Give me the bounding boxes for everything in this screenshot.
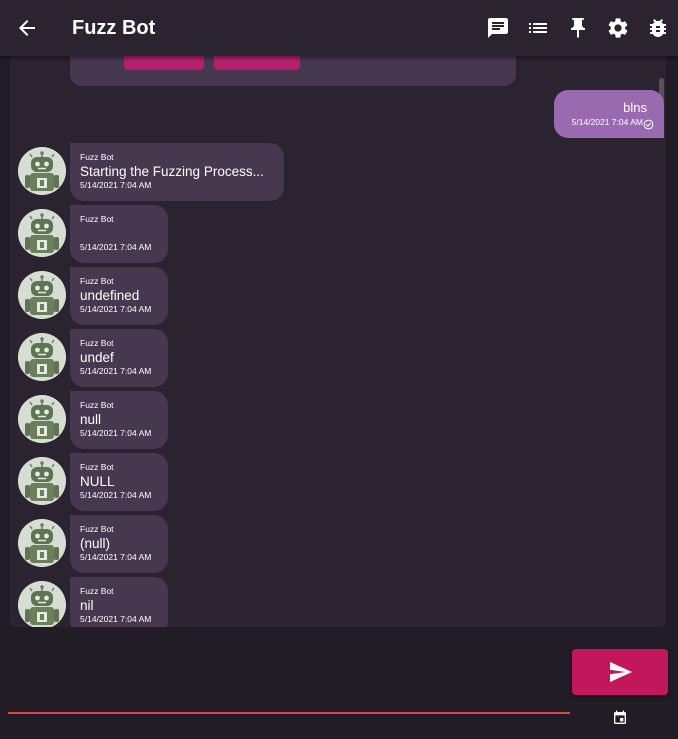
app-bar: Fuzz Bot — [0, 0, 678, 56]
bot-avatar[interactable] — [18, 519, 66, 567]
bot-avatar[interactable] — [18, 209, 66, 257]
message-sender: Fuzz Bot — [80, 400, 114, 410]
robot-icon — [18, 519, 66, 567]
bot-message-bubble: Fuzz Bot undefined 5/14/2021 7:04 AM — [70, 267, 168, 325]
pin-icon[interactable] — [566, 16, 590, 40]
message-timestamp: 5/14/2021 7:04 AM — [80, 366, 152, 376]
message-sender: Fuzz Bot — [80, 214, 114, 224]
user-message-bubble: blns 5/14/2021 7:04 AM — [554, 90, 664, 138]
bot-message-bubble: Fuzz Bot null 5/14/2021 7:04 AM — [70, 391, 168, 449]
previous-message-chip[interactable] — [214, 56, 300, 70]
list-icon[interactable] — [526, 16, 550, 40]
message-text: NULL — [80, 474, 115, 489]
settings-icon[interactable] — [606, 16, 630, 40]
previous-message-bubble — [70, 56, 516, 86]
page-title: Fuzz Bot — [72, 17, 156, 39]
delivered-check-icon — [643, 117, 654, 130]
message-text: undef — [80, 350, 114, 365]
chat-icon[interactable] — [486, 16, 510, 40]
message-text: nil — [80, 598, 94, 613]
chat-message-list[interactable]: blns 5/14/2021 7:04 AM Fuzz Bot Starting… — [10, 56, 666, 627]
robot-icon — [18, 147, 66, 195]
bot-avatar[interactable] — [18, 147, 66, 195]
message-sender: Fuzz Bot — [80, 462, 114, 472]
send-icon — [610, 662, 632, 682]
bot-message-bubble: Fuzz Bot 5/14/2021 7:04 AM — [70, 205, 168, 263]
bot-message-bubble: Fuzz Bot NULL 5/14/2021 7:04 AM — [70, 453, 168, 511]
message-timestamp: 5/14/2021 7:04 AM — [80, 180, 152, 190]
message-sender: Fuzz Bot — [80, 276, 114, 286]
robot-icon — [18, 333, 66, 381]
previous-message-chip[interactable] — [124, 56, 204, 70]
calendar-icon[interactable] — [612, 710, 628, 726]
message-timestamp: 5/14/2021 7:04 AM — [80, 304, 152, 314]
bot-message-bubble: Fuzz Bot Starting the Fuzzing Process...… — [70, 143, 284, 201]
bot-avatar[interactable] — [18, 333, 66, 381]
bot-avatar[interactable] — [18, 395, 66, 443]
message-sender: Fuzz Bot — [80, 524, 114, 534]
bot-message-bubble: Fuzz Bot nil 5/14/2021 7:04 AM — [70, 577, 168, 627]
bot-avatar[interactable] — [18, 271, 66, 319]
message-composer — [0, 627, 678, 739]
bug-icon[interactable] — [646, 16, 670, 40]
message-input[interactable] — [8, 647, 570, 711]
message-text: blns — [623, 100, 647, 115]
message-sender: Fuzz Bot — [80, 152, 114, 162]
message-text: undefined — [80, 288, 140, 303]
message-timestamp: 5/14/2021 7:04 AM — [80, 614, 152, 624]
robot-icon — [18, 581, 66, 627]
bot-message-bubble: Fuzz Bot undef 5/14/2021 7:04 AM — [70, 329, 168, 387]
robot-icon — [18, 457, 66, 505]
message-text: Starting the Fuzzing Process... — [80, 164, 264, 179]
message-timestamp: 5/14/2021 7:04 AM — [80, 242, 152, 252]
message-timestamp: 5/14/2021 7:04 AM — [571, 117, 643, 127]
message-sender: Fuzz Bot — [80, 338, 114, 348]
message-timestamp: 5/14/2021 7:04 AM — [80, 552, 152, 562]
bot-avatar[interactable] — [18, 581, 66, 627]
bot-message-bubble: Fuzz Bot (null) 5/14/2021 7:04 AM — [70, 515, 168, 573]
robot-icon — [18, 395, 66, 443]
robot-icon — [18, 271, 66, 319]
message-text: (null) — [80, 536, 111, 551]
message-timestamp: 5/14/2021 7:04 AM — [80, 490, 152, 500]
back-arrow-icon[interactable] — [14, 16, 40, 40]
bot-avatar[interactable] — [18, 457, 66, 505]
robot-icon — [18, 209, 66, 257]
send-button[interactable] — [572, 649, 668, 695]
message-text: null — [80, 412, 102, 427]
input-underline — [8, 712, 570, 714]
message-timestamp: 5/14/2021 7:04 AM — [80, 428, 152, 438]
message-sender: Fuzz Bot — [80, 586, 114, 596]
